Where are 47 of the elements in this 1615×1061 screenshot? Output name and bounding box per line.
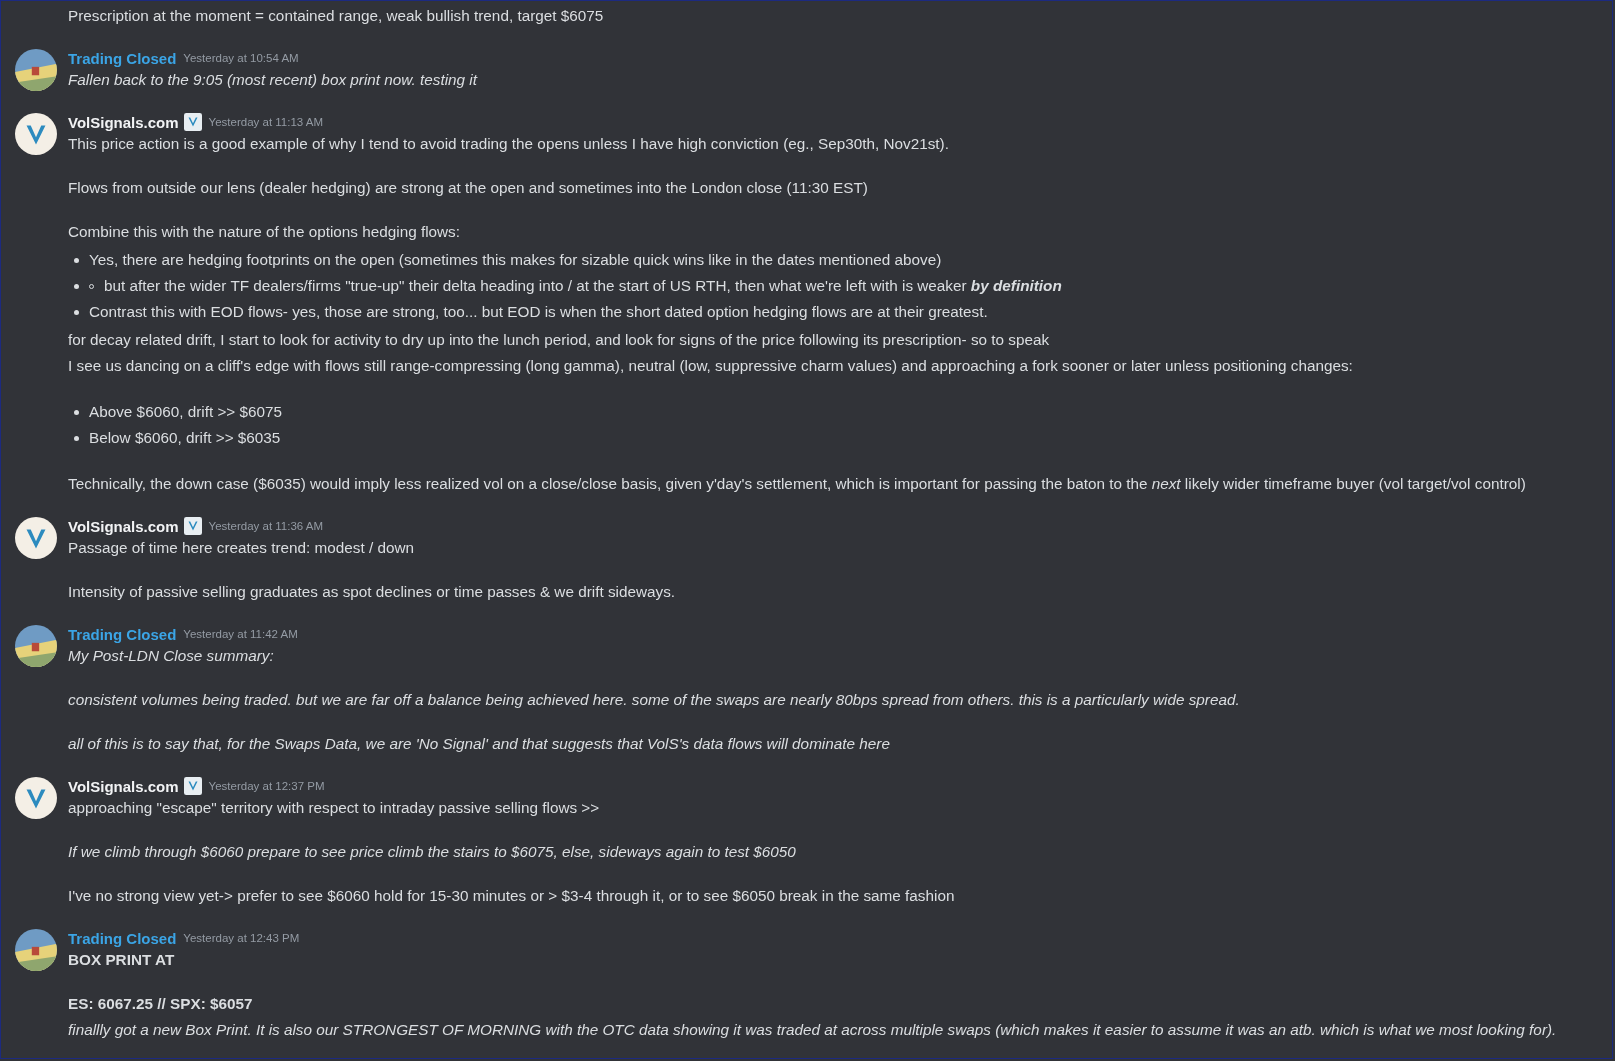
username[interactable]: VolSignals.com — [68, 777, 179, 795]
message-text: all of this is to say that, for the Swaps Data, we are 'No Signal' and that suggests that VolS's data flows will dominate here — [68, 734, 891, 754]
bullet-icon — [74, 409, 79, 415]
message-text: I've no strong view yet-> prefer to see $6060 hold for 15-30 minutes or > $3-4 through it, or to see $6050 break in the same fashion — [68, 886, 956, 906]
list-item-text: Above $6060, drift >> $6075 — [89, 403, 283, 421]
message-text: If we climb through $6060 prepare to see price climb the stairs to $6075, else, sideways again to test $6050 — [68, 842, 797, 862]
message-text: I see us dancing on a cliff's edge with flows still range-compressing (long gamma), neutral (low, suppressive charm values) and approaching a fork sooner or later unless positioning changes: — [68, 356, 1354, 376]
username[interactable]: VolSignals.com — [68, 517, 179, 535]
message-text: My Post-LDN Close summary: — [68, 646, 275, 666]
bullet-icon — [74, 435, 79, 441]
username[interactable]: Trading Closed — [68, 49, 177, 67]
landscape-avatar[interactable] — [14, 929, 57, 971]
message-text: Fallen back to the 9:05 (most recent) box print now. testing it — [68, 70, 479, 90]
list-item-text: but after the wider TF dealers/firms "true-up" their delta heading into / at the start of US RTH, then what we're left with is weaker by definition — [104, 277, 1062, 295]
bullet-icon — [74, 283, 79, 289]
landscape-avatar[interactable] — [14, 625, 57, 667]
username[interactable]: VolSignals.com — [68, 113, 179, 131]
message-text: Passage of time here creates trend: modest / down — [68, 538, 416, 558]
message-text: Technically, the down case ($6035) would imply less realized vol on a close/close basis, given y'day's settlement, which is important for passing the baton to the next likely wider timeframe buyer (vol target/vol control) — [68, 474, 1527, 494]
message-text: Combine this with the nature of the options hedging flows: — [68, 222, 461, 242]
username[interactable]: Trading Closed — [68, 625, 177, 643]
logo-avatar[interactable] — [14, 777, 57, 819]
bullet-icon — [74, 257, 79, 263]
message-text: BOX PRINT AT — [68, 950, 176, 970]
list-item-text: Yes, there are hedging footprints on the open (sometimes this makes for sizable quick wins like in the dates mentioned above) — [89, 251, 942, 269]
message-text: consistent volumes being traded. but we are far off a balance being achieved here. some of the swaps are nearly 80bps spread from others. this is a particularly wide spread. — [68, 690, 1241, 710]
message-text: for decay related drift, I start to look for activity to dry up into the lunch period, and look for signs of the price following its prescription- so to speak — [68, 330, 1051, 350]
message-text: Flows from outside our lens (dealer hedging) are strong at the open and sometimes into the London close (11:30 EST) — [68, 178, 869, 198]
timestamp: Yesterday at 10:54 AM — [183, 52, 299, 64]
list-item-text: Below $6060, drift >> $6035 — [89, 429, 281, 447]
landscape-avatar[interactable] — [14, 49, 57, 91]
timestamp: Yesterday at 12:37 PM — [208, 780, 325, 792]
timestamp: Yesterday at 12:43 PM — [183, 932, 300, 944]
logo-avatar[interactable] — [14, 113, 57, 155]
bullet-icon — [74, 309, 79, 315]
message-text: ES: 6067.25 // SPX: $6057 — [68, 994, 254, 1014]
message-text: Intensity of passive selling graduates as spot declines or time passes & we drift sideways. — [68, 582, 677, 602]
list-item-text: Contrast this with EOD flows- yes, those are strong, too... but EOD is when the short dated option hedging flows are at their greatest. — [89, 303, 988, 321]
logo-avatar[interactable] — [14, 517, 57, 559]
username[interactable]: Trading Closed — [68, 929, 177, 947]
message-text: finallly got a new Box Print. It is also our STRONGEST OF MORNING with the OTC data showing it was traded at across multiple swaps (which makes it easier to assume it was an atb. which is what we most looking for). — [68, 1020, 1558, 1040]
message-text: This price action is a good example of why I tend to avoid trading the opens unless I have high conviction (eg., Sep30th, Nov21st). — [68, 134, 950, 154]
timestamp: Yesterday at 11:42 AM — [183, 628, 298, 640]
timestamp: Yesterday at 11:13 AM — [208, 116, 324, 128]
message-text: approaching "escape" territory with respect to intraday passive selling flows >> — [68, 798, 601, 818]
timestamp: Yesterday at 11:36 AM — [208, 520, 324, 532]
message-text: Prescription at the moment = contained range, weak bullish trend, target $6075 — [68, 6, 605, 26]
